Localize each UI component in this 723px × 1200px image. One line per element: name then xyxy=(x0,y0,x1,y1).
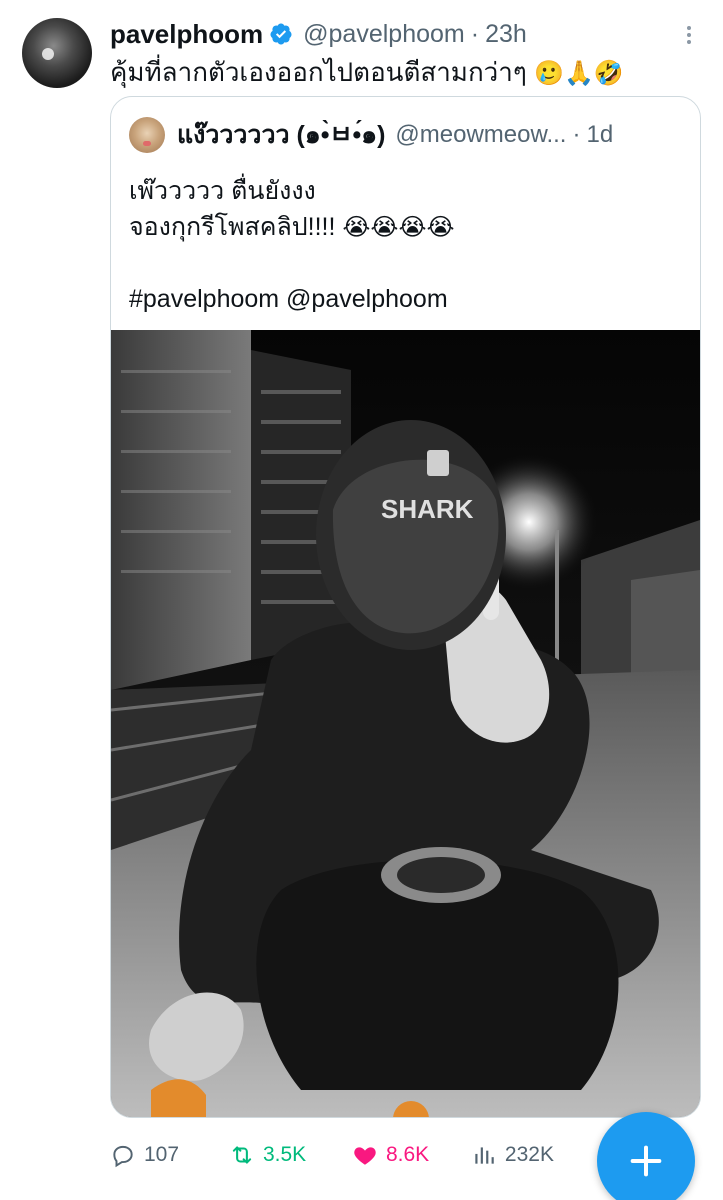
like-button[interactable]: 8.6K xyxy=(352,1142,471,1168)
tweet-header: pavelphoom @pavelphoom · 23h xyxy=(110,14,703,54)
more-options-icon[interactable] xyxy=(677,20,701,50)
quoted-timestamp[interactable]: 1d xyxy=(586,121,613,149)
helmet-brand-text: SHARK xyxy=(381,494,474,524)
quoted-line-2-text: จองกุกรีโพสคลิป!!!! xyxy=(129,213,336,241)
reply-icon xyxy=(113,1145,133,1168)
repost-button[interactable]: 3.5K xyxy=(229,1142,352,1168)
tweet-emojis: 🥲🙏🤣 xyxy=(534,59,624,87)
quoted-display-name[interactable]: แง๊วววววว (๑•̀ㅂ•́๑) xyxy=(177,115,385,155)
separator-dot: · xyxy=(572,121,581,148)
quoted-tweet[interactable]: แง๊วววววว (๑•̀ㅂ•́๑) @meowmeow... · 1d เพ… xyxy=(110,96,701,1118)
separator-dot: · xyxy=(470,19,480,48)
quoted-media-photo[interactable]: SHARK xyxy=(111,330,700,1117)
views-button[interactable]: 232K xyxy=(471,1142,580,1168)
like-count: 8.6K xyxy=(385,1143,430,1166)
quoted-line-1: เพ๊ววววว ตื่นยังงง xyxy=(129,177,316,205)
quoted-hashtags[interactable]: #pavelphoom @pavelphoom xyxy=(129,281,455,317)
author-avatar[interactable] xyxy=(22,18,92,88)
crying-emojis: 😭😭😭😭 xyxy=(342,213,455,241)
verified-badge-icon xyxy=(270,23,292,45)
repost-icon xyxy=(232,1146,252,1164)
reply-count: 107 xyxy=(144,1143,180,1166)
author-display-name[interactable]: pavelphoom xyxy=(110,19,263,50)
avatar-detail xyxy=(42,48,54,60)
quoted-header: แง๊วววววว (๑•̀ㅂ•́๑) @meowmeow... · 1d xyxy=(129,115,682,155)
compose-button[interactable] xyxy=(597,1112,695,1200)
heart-icon xyxy=(354,1147,376,1165)
views-count: 232K xyxy=(504,1143,554,1166)
motorcycle-selfie-image: SHARK xyxy=(111,330,700,1117)
tweet-card[interactable]: pavelphoom @pavelphoom · 23h คุ้มที่ลากต… xyxy=(0,0,723,1200)
quoted-handle[interactable]: @meowmeow... xyxy=(395,121,566,149)
tweet-body: คุ้มที่ลากตัวเองออกไปตอนตีสามกว่าๆ xyxy=(110,57,527,87)
tweet-timestamp[interactable]: 23h xyxy=(485,20,527,49)
reply-button[interactable]: 107 xyxy=(110,1142,229,1168)
tweet-text: คุ้มที่ลากตัวเองออกไปตอนตีสามกว่าๆ 🥲🙏🤣 xyxy=(110,54,624,91)
tweet-actions-bar: 107 3.5K 8.6K 232K xyxy=(110,1138,580,1172)
repost-count: 3.5K xyxy=(262,1143,307,1166)
plus-icon xyxy=(630,1145,662,1177)
author-handle[interactable]: @pavelphoom xyxy=(303,20,465,49)
views-chart-icon xyxy=(475,1147,494,1164)
quoted-line-2: จองกุกรีโพสคลิป!!!! 😭😭😭😭 xyxy=(129,209,455,245)
quoted-text: เพ๊ววววว ตื่นยังงง จองกุกรีโพสคลิป!!!! 😭… xyxy=(129,173,455,317)
quoted-avatar[interactable] xyxy=(129,117,165,153)
